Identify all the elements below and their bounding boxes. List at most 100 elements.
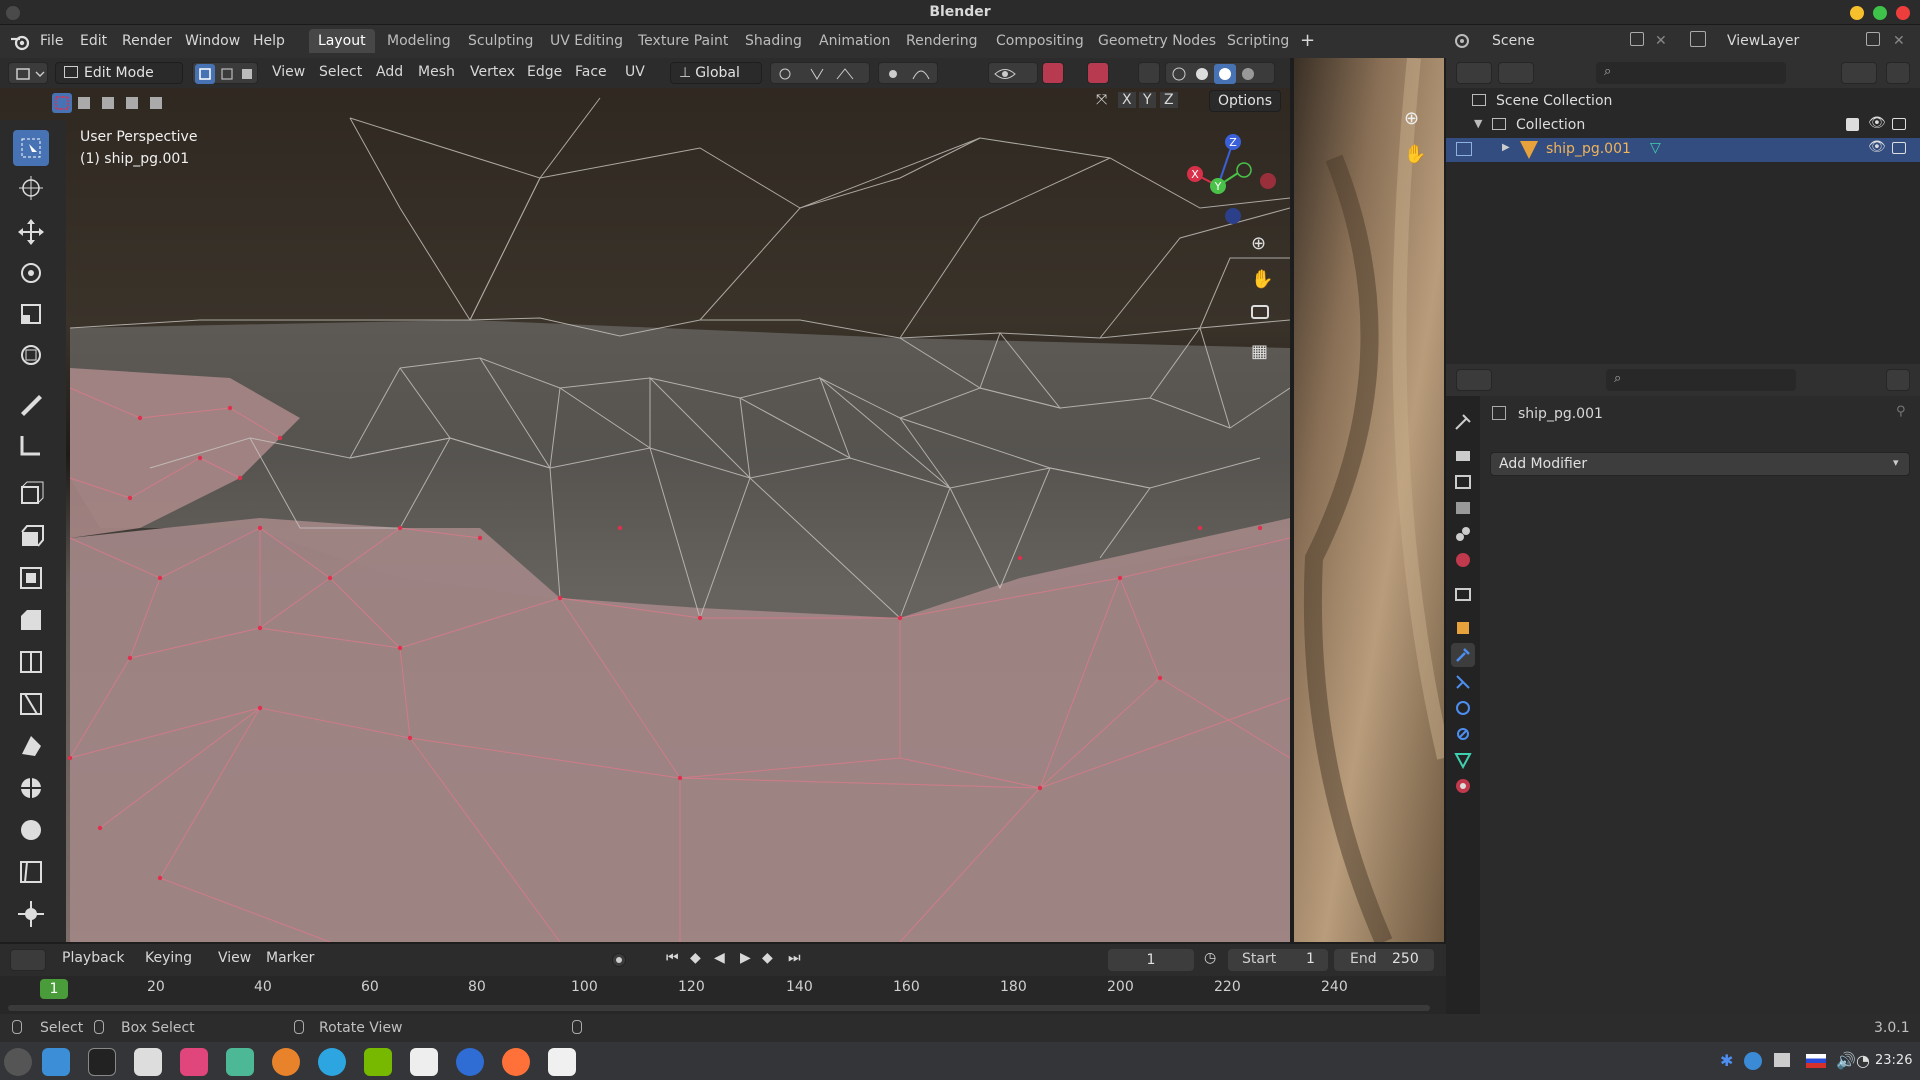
mirror-icon[interactable]: ⤧ [1096,92,1107,108]
image-zoom-icon[interactable]: ⊕ [1404,108,1419,129]
select-box-tool[interactable] [13,130,49,166]
tab-modeling[interactable]: Modeling [387,33,451,49]
printer-tray-icon[interactable] [1774,1053,1790,1067]
email-app-icon[interactable] [226,1048,254,1076]
options-dropdown[interactable]: Options [1209,90,1281,112]
record-button[interactable] [612,953,626,967]
view-layer-name[interactable]: ViewLayer [1727,33,1799,49]
add-modifier-dropdown[interactable]: Add Modifier ▾ [1490,452,1910,476]
properties-search-input[interactable]: ⌕ [1606,369,1796,391]
wifi-tray-icon[interactable]: ◔ [1856,1051,1870,1070]
current-frame-field[interactable]: 1 [1108,949,1194,971]
outliner-search-input[interactable]: ⌕ [1596,62,1786,84]
jump-keyframe-forward-icon[interactable]: ◆ [762,950,773,966]
file-manager-app-icon[interactable] [42,1048,70,1076]
minimize-button[interactable] [1850,6,1864,20]
bluetooth-tray-icon[interactable]: ✱ [1720,1051,1733,1070]
move-tool[interactable] [13,214,49,250]
measure-tool[interactable] [13,427,49,463]
menu-mesh[interactable]: Mesh [418,64,455,80]
tab-texture-paint[interactable]: Texture Paint [638,33,728,49]
display-mode-button[interactable] [1498,62,1534,84]
add-cube-tool[interactable] [13,475,49,511]
end-frame-field[interactable]: End 250 [1334,949,1434,971]
tab-uv-editing[interactable]: UV Editing [550,33,623,49]
menu-face[interactable]: Face [575,64,607,80]
edge-slide-tool[interactable] [13,854,49,890]
volume-tray-icon[interactable]: 🔊 [1836,1051,1856,1070]
menu-timeline-view[interactable]: View [218,950,251,966]
telegram-app-icon[interactable] [318,1048,346,1076]
image-editor-panel[interactable]: ⊕ ✋ [1294,58,1444,942]
mirror-x-toggle[interactable]: X [1118,92,1136,108]
timeline-scrollbar[interactable] [8,1005,1430,1011]
network-tray-icon[interactable] [1744,1052,1762,1070]
jump-keyframe-back-icon[interactable]: ◆ [690,950,701,966]
delete-view-layer-icon[interactable]: ✕ [1893,33,1905,49]
maximize-button[interactable] [1873,6,1887,20]
exclude-checkbox[interactable] [1846,118,1859,131]
cursor-tool[interactable] [13,170,49,206]
document-viewer-app-icon[interactable] [410,1048,438,1076]
delete-scene-icon[interactable]: ✕ [1655,33,1667,49]
shrink-fatten-tool[interactable] [13,896,49,932]
filter-button[interactable] [1841,62,1877,84]
tab-scripting[interactable]: Scripting [1227,33,1289,49]
jump-end-icon[interactable]: ⏭ [788,950,801,966]
settings-app-icon[interactable] [180,1048,208,1076]
collapse-arrow-icon[interactable]: ▼ [1474,117,1482,130]
tab-compositing[interactable]: Compositing [996,33,1084,49]
pin-icon[interactable]: ⚲ [1896,404,1906,419]
constraints-tab-icon[interactable] [1451,722,1475,746]
knife-tool[interactable] [13,686,49,722]
properties-editor-type-button[interactable] [1456,369,1492,391]
selection-mode-icons[interactable] [50,92,174,114]
menu-vertex[interactable]: Vertex [470,64,515,80]
visibility-eye-icon[interactable]: 👁 [1868,115,1886,131]
mirror-y-toggle[interactable]: Y [1139,92,1156,108]
output-tab-icon[interactable] [1451,470,1475,494]
collection-tab-icon[interactable] [1451,582,1475,606]
blender-logo-icon[interactable] [10,33,30,51]
editor-type-button[interactable] [8,62,48,84]
app-launcher-icon[interactable] [4,1048,32,1076]
zoom-icon[interactable]: ⊕ [1251,233,1266,254]
menu-marker[interactable]: Marker [266,950,314,966]
menu-edit[interactable]: Edit [80,33,107,49]
firefox-app-icon[interactable] [502,1048,530,1076]
modifier-tab-icon[interactable] [1451,643,1475,667]
poly-build-tool[interactable] [13,728,49,764]
inset-tool[interactable] [13,560,49,596]
menu-add[interactable]: Add [376,64,403,80]
view-layer-tab-icon[interactable] [1451,496,1475,520]
terminal-app-icon[interactable] [88,1048,116,1076]
view-layer-icon[interactable] [1690,31,1706,47]
blender-app-icon[interactable] [272,1048,300,1076]
camera-view-icon[interactable] [1251,305,1269,319]
menu-uv[interactable]: UV [625,64,645,80]
outliner-collection[interactable]: ▼ Collection 👁 [1446,114,1920,138]
spin-tool[interactable] [13,770,49,806]
outliner-editor-type-button[interactable] [1456,62,1492,84]
annotate-tool[interactable] [13,385,49,421]
shading-mode-group[interactable] [1165,62,1275,84]
outliner-scene-collection[interactable]: Scene Collection [1446,90,1920,114]
mode-dropdown[interactable]: Edit Mode [55,62,183,84]
menu-help[interactable]: Help [253,33,285,49]
visibility-eye-icon[interactable]: 👁 [1868,139,1886,155]
menu-edge[interactable]: Edge [527,64,562,80]
bluetooth-app-icon[interactable] [456,1048,484,1076]
transform-tool[interactable] [13,337,49,373]
pivot-snap-group[interactable] [770,62,870,84]
gizmo-toggle[interactable] [1042,62,1064,84]
menu-window[interactable]: Window [185,33,240,49]
transform-orientation-dropdown[interactable]: ⊥ Global [670,62,762,84]
mirror-z-toggle[interactable]: Z [1160,92,1178,108]
play-icon[interactable]: ▶ [740,950,751,966]
pan-hand-icon[interactable]: ✋ [1251,269,1273,290]
outliner-object-row[interactable]: ▶ ship_pg.001 ▽ 👁 [1446,138,1920,162]
extrude-tool[interactable] [13,518,49,554]
data-tab-icon[interactable] [1451,748,1475,772]
new-scene-icon[interactable] [1630,32,1644,46]
tab-shading[interactable]: Shading [745,33,802,49]
